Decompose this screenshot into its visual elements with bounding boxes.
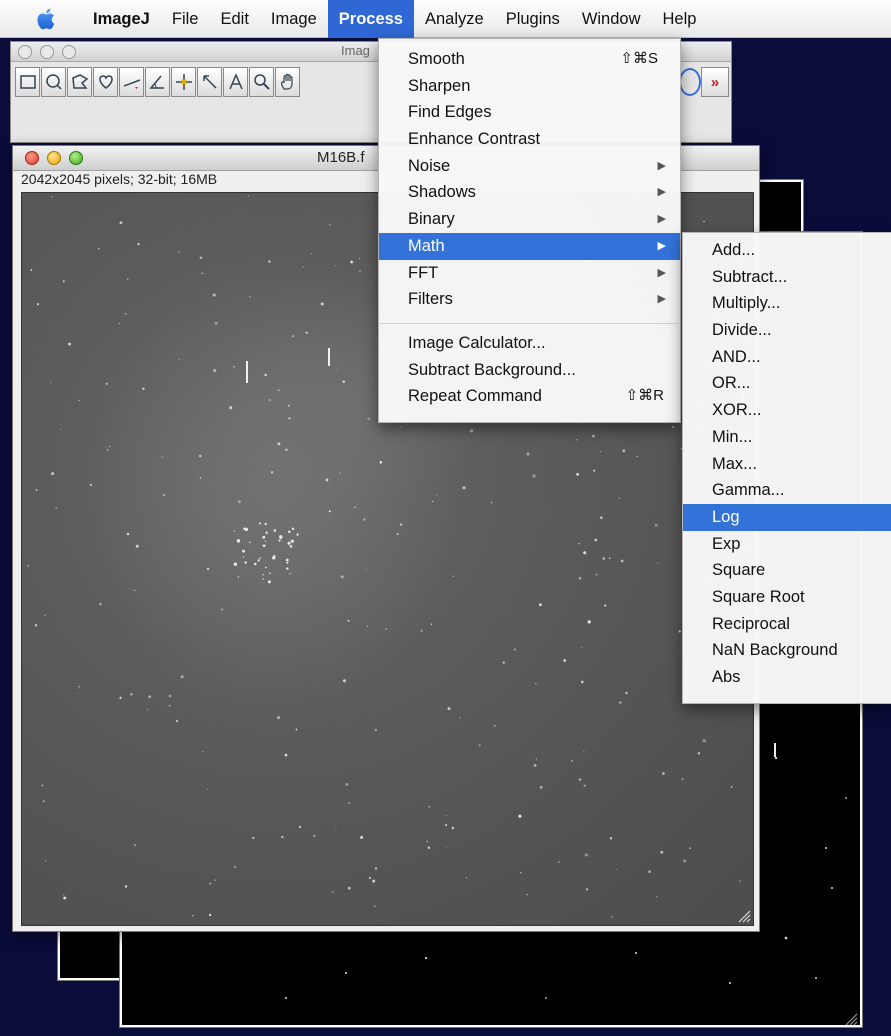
oval-tool-icon[interactable] (41, 67, 66, 97)
submenu-arrow-icon: ▶ (657, 186, 666, 199)
menu-item-fft[interactable]: FFT ▶ (379, 260, 680, 287)
menu-analyze[interactable]: Analyze (414, 0, 495, 38)
menu-item-shadows[interactable]: Shadows ▶ (379, 179, 680, 206)
apple-icon[interactable] (34, 6, 60, 32)
hand-tool-icon[interactable] (275, 67, 300, 97)
menu-item-add[interactable]: Add... (683, 237, 891, 264)
submenu-arrow-icon: ▶ (657, 213, 666, 226)
menu-item-sharpen[interactable]: Sharpen (379, 73, 680, 100)
submenu-arrow-icon: ▶ (657, 239, 666, 252)
menu-item-repeat-command[interactable]: Repeat Command ⇧⌘R (379, 383, 680, 410)
more-tools-button[interactable]: » (701, 67, 729, 97)
menu-separator (380, 322, 679, 324)
menu-item-square[interactable]: Square (683, 557, 891, 584)
text-tool-icon[interactable] (223, 67, 248, 97)
menu-item-xor[interactable]: XOR... (683, 397, 891, 424)
zoom-icon[interactable] (69, 151, 83, 165)
menu-help[interactable]: Help (652, 0, 708, 38)
menu-file[interactable]: File (161, 0, 210, 38)
menu-item-math[interactable]: Math ▶ (379, 232, 680, 260)
menu-item-filters[interactable]: Filters ▶ (379, 286, 680, 313)
menu-item-square-root[interactable]: Square Root (683, 584, 891, 611)
submenu-arrow-icon: ▶ (657, 293, 666, 306)
menu-item-image-calculator[interactable]: Image Calculator... (379, 330, 680, 357)
shortcut-repeat-command: ⇧⌘R (625, 387, 664, 405)
menu-plugins[interactable]: Plugins (495, 0, 571, 38)
polygon-tool-icon[interactable] (67, 67, 92, 97)
angle-tool-icon[interactable] (145, 67, 170, 97)
menu-process[interactable]: Process (327, 0, 414, 38)
minimize-icon[interactable] (47, 151, 61, 165)
point-tool-icon[interactable] (171, 67, 196, 97)
tool-palette (15, 67, 301, 97)
menu-image[interactable]: Image (260, 0, 328, 38)
menu-item-multiply[interactable]: Multiply... (683, 290, 891, 317)
zoom-icon[interactable] (62, 45, 76, 59)
menu-item-gamma[interactable]: Gamma... (683, 477, 891, 504)
menu-item-nan-background[interactable]: NaN Background (683, 637, 891, 664)
submenu-arrow-icon: ▶ (657, 266, 666, 279)
menu-item-min[interactable]: Min... (683, 424, 891, 451)
menu-item-subtract[interactable]: Subtract... (683, 264, 891, 291)
menu-item-enhance-contrast[interactable]: Enhance Contrast (379, 126, 680, 153)
close-icon[interactable] (25, 151, 39, 165)
menu-item-divide[interactable]: Divide... (683, 317, 891, 344)
menu-edit[interactable]: Edit (209, 0, 259, 38)
close-icon[interactable] (18, 45, 32, 59)
menu-item-subtract-background[interactable]: Subtract Background... (379, 357, 680, 384)
wand-tool-icon[interactable] (197, 67, 222, 97)
minimize-icon[interactable] (40, 45, 54, 59)
selected-tool-ring (679, 68, 701, 96)
menu-item-reciprocal[interactable]: Reciprocal (683, 611, 891, 638)
menu-app-imagej[interactable]: ImageJ (82, 0, 161, 38)
menu-item-abs[interactable]: Abs (683, 664, 891, 691)
shortcut-smooth: ⇧⌘S (620, 50, 658, 67)
menu-item-find-edges[interactable]: Find Edges (379, 99, 680, 126)
process-menu: Smooth ⇧⌘S Sharpen Find Edges Enhance Co… (378, 38, 681, 423)
image-window-title: M16B.f (317, 149, 365, 166)
menu-item-log[interactable]: Log (683, 503, 891, 531)
menu-bar: ImageJ File Edit Image Process Analyze P… (0, 0, 891, 38)
math-submenu: Add... Subtract... Multiply... Divide...… (682, 232, 891, 704)
submenu-arrow-icon: ▶ (657, 159, 666, 172)
menu-item-or[interactable]: OR... (683, 370, 891, 397)
menu-item-smooth[interactable]: Smooth ⇧⌘S (379, 46, 680, 73)
menu-window[interactable]: Window (571, 0, 652, 38)
toolbar-window-title: Imag (341, 43, 370, 58)
freehand-tool-icon[interactable] (93, 67, 118, 97)
menu-item-noise[interactable]: Noise ▶ (379, 153, 680, 180)
rectangle-tool-icon[interactable] (15, 67, 40, 97)
menu-item-and[interactable]: AND... (683, 344, 891, 371)
menu-item-max[interactable]: Max... (683, 451, 891, 478)
resize-grip-icon[interactable] (735, 907, 751, 923)
image-info-text: 2042x2045 pixels; 32-bit; 16MB (21, 171, 218, 187)
menu-item-exp[interactable]: Exp (683, 531, 891, 558)
menu-item-binary[interactable]: Binary ▶ (379, 206, 680, 233)
magnifier-tool-icon[interactable] (249, 67, 274, 97)
line-tool-icon[interactable] (119, 67, 144, 97)
